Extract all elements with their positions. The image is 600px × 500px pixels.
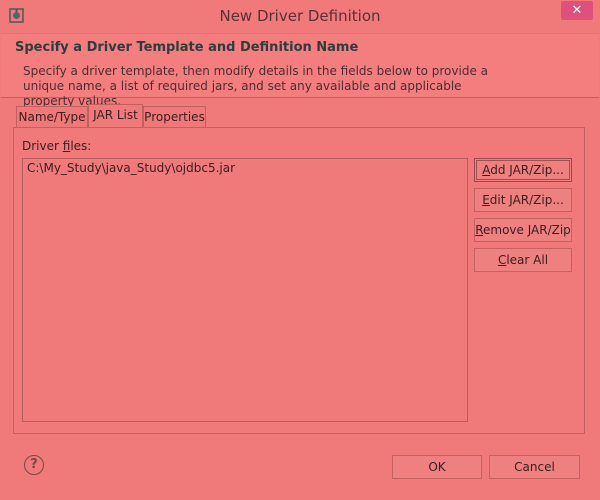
tab-label: JAR List [93,108,138,122]
header-description: Specify a driver template, then modify d… [23,64,488,108]
tab-properties[interactable]: Properties [143,106,206,127]
header-title: Specify a Driver Template and Definition… [15,40,359,55]
driver-files-label: Driver files: [22,139,92,153]
header-panel: Specify a Driver Template and Definition… [1,33,599,108]
edit-jar-button[interactable]: Edit JAR/Zip... [474,188,572,212]
driver-files-list[interactable]: C:\My_Study\java_Study\ojdbc5.jar [22,158,468,422]
clear-all-button[interactable]: Clear All [474,248,572,272]
ok-button[interactable]: OK [392,455,482,479]
close-button[interactable]: ✕ [561,1,593,20]
add-jar-button[interactable]: Add JAR/Zip... [474,158,572,182]
tab-label: Name/Type [18,110,86,124]
tab-jar-list[interactable]: JAR List [88,104,143,127]
close-icon: ✕ [571,3,583,18]
help-icon[interactable]: ? [24,455,44,475]
window-title: New Driver Definition [219,7,381,25]
list-item[interactable]: C:\My_Study\java_Study\ojdbc5.jar [27,161,235,175]
remove-jar-button[interactable]: Remove JAR/Zip [474,218,572,242]
tab-name-type[interactable]: Name/Type [16,106,88,127]
cancel-button[interactable]: Cancel [489,455,580,479]
title-bar: New Driver Definition ✕ [0,0,600,33]
tab-label: Properties [144,110,205,124]
